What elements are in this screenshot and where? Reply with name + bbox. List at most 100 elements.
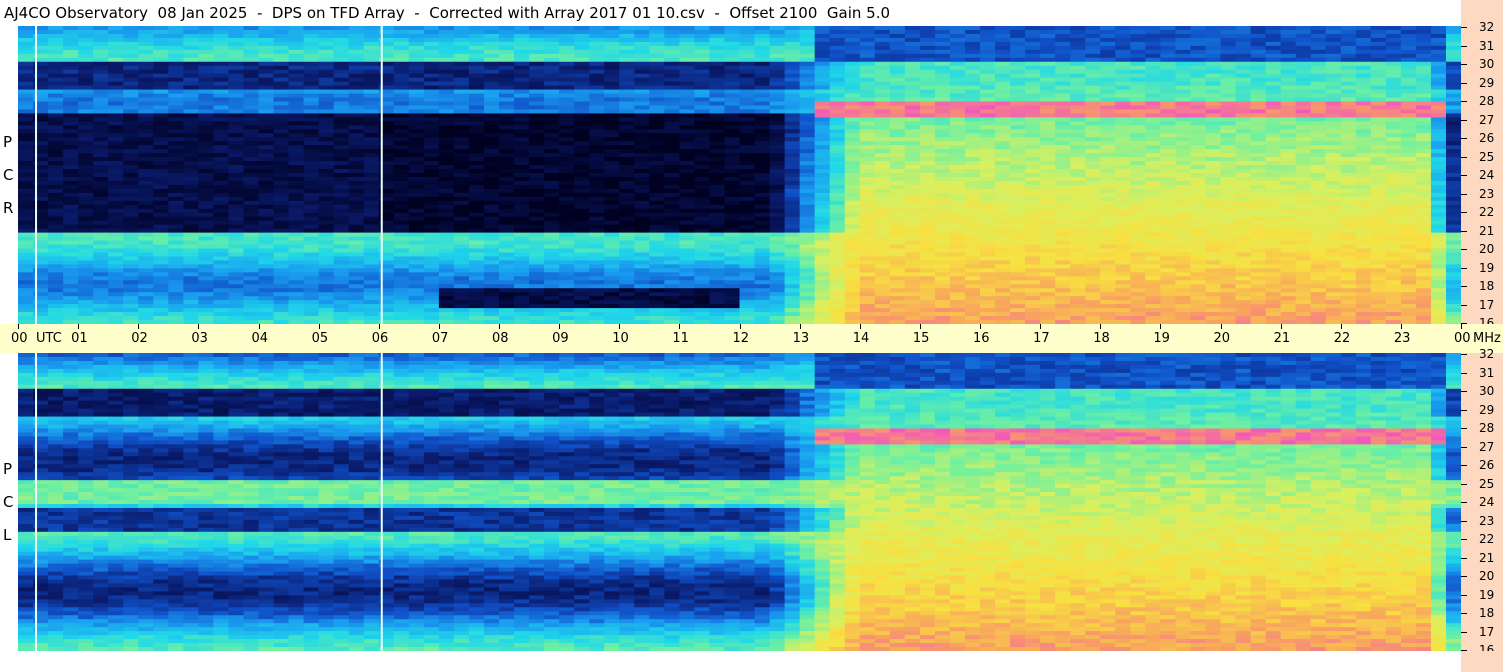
rcp-pixel	[453, 61, 470, 67]
rcp-pixel	[1370, 125, 1387, 130]
rcp-pixel	[243, 89, 260, 95]
rcp-pixel	[980, 105, 996, 111]
rcp-pixel	[1445, 173, 1461, 178]
rcp-pixel	[138, 41, 154, 47]
rcp-pixel	[949, 113, 966, 118]
rcp-pixel	[1310, 41, 1327, 47]
rcp-pixel	[363, 77, 380, 83]
rcp-pixel	[679, 137, 696, 142]
rcp-pixel	[919, 49, 936, 55]
rcp-pixel	[1370, 121, 1387, 126]
rcp-pixel	[1010, 176, 1026, 182]
rcp-pixel	[1055, 228, 1071, 234]
rcp-pixel	[198, 26, 215, 31]
rcp-pixel	[1295, 37, 1312, 43]
rcp-pixel	[1400, 153, 1417, 158]
rcp-pixel	[1400, 85, 1417, 91]
rcp-pixel	[78, 188, 94, 194]
rcp-pixel	[1055, 157, 1071, 162]
rcp-pixel	[63, 85, 79, 91]
rcp-pixel	[1085, 61, 1101, 67]
rcp-pixel	[634, 145, 650, 150]
rcp-pixel	[874, 161, 891, 166]
rcp-pixel	[438, 184, 455, 190]
rcp-pixel	[93, 77, 109, 83]
rcp-pixel	[18, 216, 34, 222]
rcp-pixel	[859, 33, 876, 39]
rcp-pixel	[514, 173, 530, 178]
rcp-pixel	[1220, 105, 1237, 111]
rcp-pixel	[108, 157, 124, 162]
rcp-pixel	[63, 125, 79, 130]
rcp-pixel	[1070, 69, 1086, 75]
rcp-pixel	[213, 57, 230, 63]
rcp-pixel	[1400, 97, 1417, 103]
rcp-pixel	[1190, 196, 1207, 202]
rcp-pixel	[1070, 109, 1086, 115]
rcp-pixel	[980, 85, 996, 91]
rcp-pixel	[438, 208, 455, 214]
rcp-pixel	[859, 153, 876, 158]
rcp-pixel	[1340, 157, 1357, 162]
rcp-pixel	[318, 53, 335, 59]
rcp-pixel	[724, 133, 741, 138]
rcp-pixel	[964, 57, 981, 63]
rcp-pixel	[78, 149, 94, 154]
rcp-pixel	[514, 153, 530, 158]
rcp-pixel	[934, 97, 951, 103]
rcp-pixel	[468, 192, 485, 198]
rcp-pixel	[514, 29, 530, 35]
rcp-pixel	[664, 109, 680, 115]
rcp-pixel	[168, 161, 184, 166]
rcp-pixel	[679, 93, 696, 99]
rcp-pixel	[995, 41, 1011, 47]
rcp-pixel	[889, 188, 906, 194]
rcp-pixel	[1010, 165, 1026, 170]
rcp-pixel	[288, 129, 305, 134]
rcp-pixel	[213, 149, 230, 154]
rcp-pixel	[980, 73, 996, 79]
rcp-pixel	[363, 125, 380, 130]
rcp-pixel	[1220, 180, 1237, 186]
rcp-pixel	[769, 133, 786, 138]
rcp-pixel	[108, 165, 124, 170]
rcp-pixel	[1265, 129, 1282, 134]
rcp-pixel	[288, 26, 305, 31]
rcp-pixel	[468, 49, 485, 55]
rcp-pixel	[1250, 105, 1267, 111]
rcp-pixel	[138, 85, 154, 91]
rcp-pixel	[108, 169, 124, 174]
rcp-pixel	[1010, 57, 1026, 63]
rcp-pixel	[288, 97, 305, 103]
rcp-pixel	[273, 208, 290, 214]
rcp-pixel	[408, 141, 425, 146]
rcp-pixel	[649, 37, 665, 43]
rcp-pixel	[1115, 121, 1131, 126]
rcp-pixel	[1115, 129, 1131, 134]
rcp-pixel	[363, 121, 380, 126]
rcp-pixel	[303, 196, 320, 202]
rcp-pixel	[1445, 41, 1461, 47]
rcp-pixel	[303, 85, 320, 91]
rcp-pixel	[1355, 65, 1372, 71]
rcp-pixel	[273, 105, 290, 111]
rcp-pixel	[980, 188, 996, 194]
rcp-pixel	[258, 212, 275, 218]
rcp-pixel	[423, 37, 440, 43]
rcp-pixel	[1250, 81, 1267, 87]
rcp-pixel	[559, 45, 575, 51]
rcp-pixel	[123, 216, 139, 222]
rcp-pixel	[1115, 192, 1131, 198]
rcp-pixel	[273, 176, 290, 182]
rcp-pixel	[1160, 69, 1177, 75]
rcp-pixel	[1325, 125, 1342, 130]
rcp-pixel	[784, 33, 801, 39]
rcp-pixel	[213, 133, 230, 138]
rcp-pixel	[1175, 204, 1192, 210]
rcp-pixel	[1160, 113, 1177, 118]
rcp-pixel	[799, 212, 816, 218]
rcp-pixel	[1115, 169, 1131, 174]
rcp-pixel	[514, 49, 530, 55]
rcp-pixel	[453, 141, 470, 146]
rcp-pixel	[153, 105, 169, 111]
